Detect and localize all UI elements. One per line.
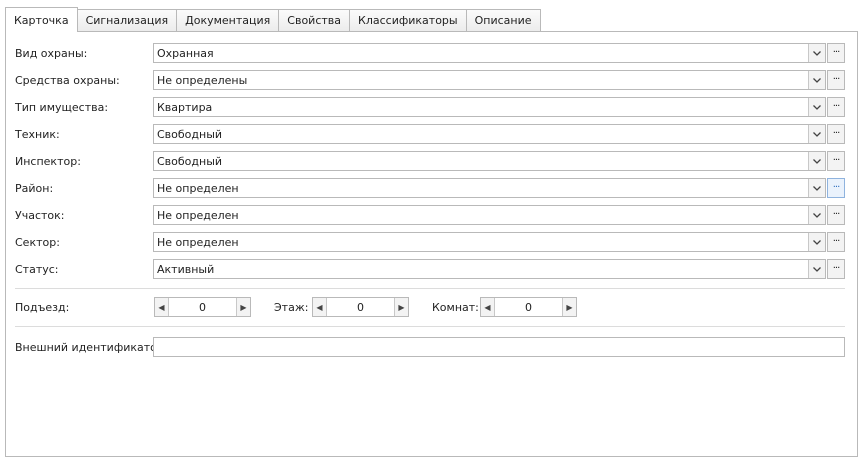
- divider: [15, 288, 845, 289]
- chevron-down-icon[interactable]: [808, 260, 825, 278]
- inspector-combo[interactable]: Свободный: [153, 151, 826, 171]
- chevron-down-icon[interactable]: [808, 233, 825, 251]
- chevron-down-icon[interactable]: [808, 179, 825, 197]
- inspector-label: Инспектор:: [15, 155, 81, 168]
- technician-combo[interactable]: Свободный: [153, 124, 826, 144]
- property-type-label: Тип имущества:: [15, 101, 109, 114]
- chevron-down-icon[interactable]: [808, 71, 825, 89]
- rooms-stepper[interactable]: ◀ 0 ▶: [480, 297, 577, 317]
- ellipsis-icon[interactable]: ···: [827, 43, 845, 63]
- chevron-down-icon[interactable]: [808, 44, 825, 62]
- security-means-label: Средства охраны:: [15, 74, 120, 87]
- chevron-down-icon[interactable]: [808, 152, 825, 170]
- tab-signaling[interactable]: Сигнализация: [77, 9, 178, 31]
- sector-combo[interactable]: Не определен: [153, 232, 826, 252]
- floor-value: 0: [357, 301, 364, 314]
- arrow-left-icon[interactable]: ◀: [313, 298, 327, 316]
- property-type-combo[interactable]: Квартира: [153, 97, 826, 117]
- security-means-combo[interactable]: Не определены: [153, 70, 826, 90]
- combo-value: Активный: [157, 263, 215, 276]
- tab-documentation[interactable]: Документация: [177, 9, 280, 31]
- combo-value: Охранная: [157, 47, 214, 60]
- guard-type-combo[interactable]: Охранная: [153, 43, 826, 63]
- technician-label: Техник:: [15, 128, 60, 141]
- tab-properties[interactable]: Свойства: [279, 9, 351, 31]
- ellipsis-icon[interactable]: ···: [827, 232, 845, 252]
- ellipsis-icon[interactable]: ···: [827, 259, 845, 279]
- chevron-down-icon[interactable]: [808, 98, 825, 116]
- ellipsis-icon[interactable]: ···: [827, 178, 845, 198]
- entrance-value: 0: [199, 301, 206, 314]
- precinct-combo[interactable]: Не определен: [153, 205, 826, 225]
- tab-card[interactable]: Карточка: [5, 7, 78, 32]
- ellipsis-icon[interactable]: ···: [827, 97, 845, 117]
- status-label: Статус:: [15, 263, 59, 276]
- ellipsis-icon[interactable]: ···: [827, 205, 845, 225]
- tab-description[interactable]: Описание: [466, 9, 541, 31]
- guard-type-label: Вид охраны:: [15, 47, 88, 60]
- arrow-right-icon[interactable]: ▶: [236, 298, 250, 316]
- entrance-label: Подъезд:: [15, 301, 70, 314]
- combo-value: Не определены: [157, 74, 248, 87]
- entrance-stepper[interactable]: ◀ 0 ▶: [154, 297, 251, 317]
- combo-value: Свободный: [157, 155, 223, 168]
- tab-bar: Карточка Сигнализация Документация Свойс…: [5, 7, 541, 32]
- district-label: Район:: [15, 182, 54, 195]
- chevron-down-icon[interactable]: [808, 206, 825, 224]
- floor-stepper[interactable]: ◀ 0 ▶: [312, 297, 409, 317]
- chevron-down-icon[interactable]: [808, 125, 825, 143]
- arrow-left-icon[interactable]: ◀: [155, 298, 169, 316]
- status-combo[interactable]: Активный: [153, 259, 826, 279]
- ellipsis-icon[interactable]: ···: [827, 124, 845, 144]
- divider: [15, 326, 845, 327]
- combo-value: Не определен: [157, 209, 239, 222]
- external-id-label: Внешний идентификатор:: [15, 341, 168, 354]
- combo-value: Не определен: [157, 236, 239, 249]
- district-combo[interactable]: Не определен: [153, 178, 826, 198]
- arrow-left-icon[interactable]: ◀: [481, 298, 495, 316]
- combo-value: Свободный: [157, 128, 223, 141]
- combo-value: Квартира: [157, 101, 213, 114]
- rooms-label: Комнат:: [432, 301, 479, 314]
- rooms-value: 0: [525, 301, 532, 314]
- external-id-field[interactable]: [153, 337, 845, 357]
- ellipsis-icon[interactable]: ···: [827, 151, 845, 171]
- combo-value: Не определен: [157, 182, 239, 195]
- arrow-right-icon[interactable]: ▶: [562, 298, 576, 316]
- ellipsis-icon[interactable]: ···: [827, 70, 845, 90]
- precinct-label: Участок:: [15, 209, 65, 222]
- tab-classifiers[interactable]: Классификаторы: [350, 9, 467, 31]
- floor-label: Этаж:: [274, 301, 309, 314]
- sector-label: Сектор:: [15, 236, 60, 249]
- arrow-right-icon[interactable]: ▶: [394, 298, 408, 316]
